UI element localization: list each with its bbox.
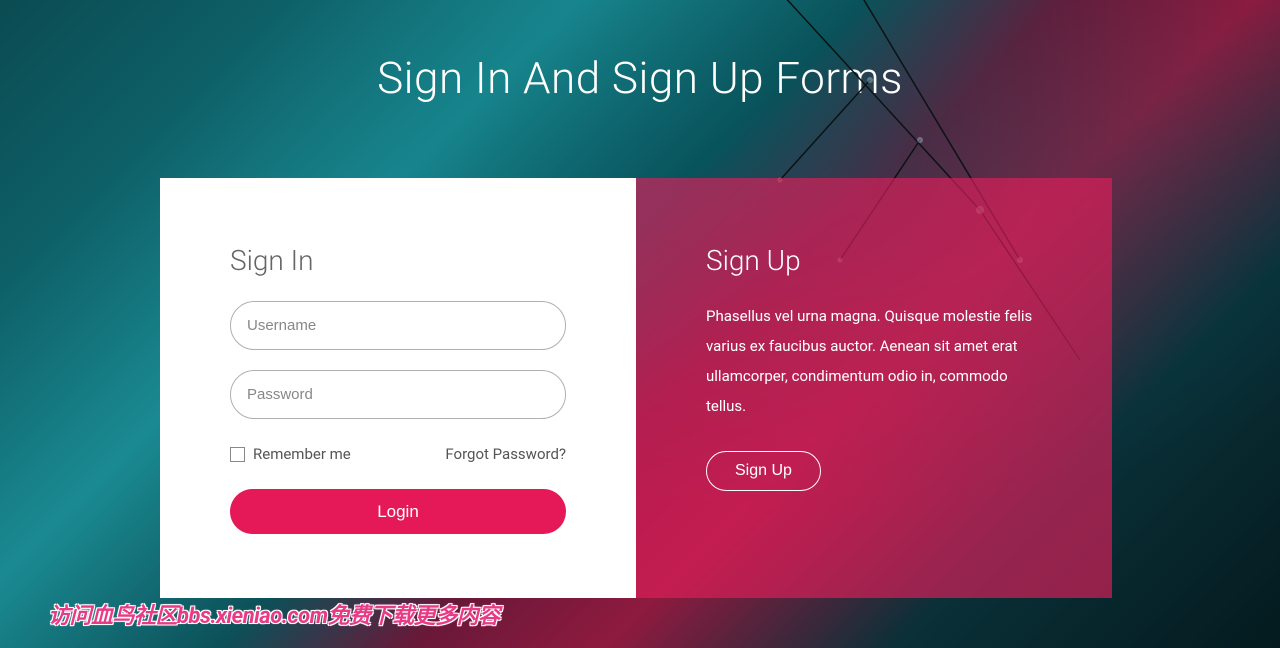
checkbox-icon: [230, 447, 245, 462]
page-title: Sign In And Sign Up Forms: [0, 0, 1280, 104]
username-input[interactable]: [230, 301, 566, 350]
signin-heading: Sign In: [230, 244, 566, 277]
forgot-password-link[interactable]: Forgot Password?: [445, 445, 566, 463]
auth-card: Sign In Remember me Forgot Password? Log…: [160, 178, 1112, 598]
signin-options-row: Remember me Forgot Password?: [230, 445, 566, 463]
signup-panel: Sign Up Phasellus vel urna magna. Quisqu…: [636, 178, 1112, 598]
signup-description: Phasellus vel urna magna. Quisque molest…: [706, 301, 1042, 421]
password-input[interactable]: [230, 370, 566, 419]
remember-me-checkbox[interactable]: Remember me: [230, 445, 351, 463]
footer-watermark: 访问血鸟社区bbs.xieniao.com免费下载更多内容: [48, 598, 500, 630]
signup-button[interactable]: Sign Up: [706, 451, 821, 491]
login-button[interactable]: Login: [230, 489, 566, 534]
remember-me-label: Remember me: [253, 445, 351, 463]
signin-panel: Sign In Remember me Forgot Password? Log…: [160, 178, 636, 598]
signup-heading: Sign Up: [706, 244, 1042, 277]
